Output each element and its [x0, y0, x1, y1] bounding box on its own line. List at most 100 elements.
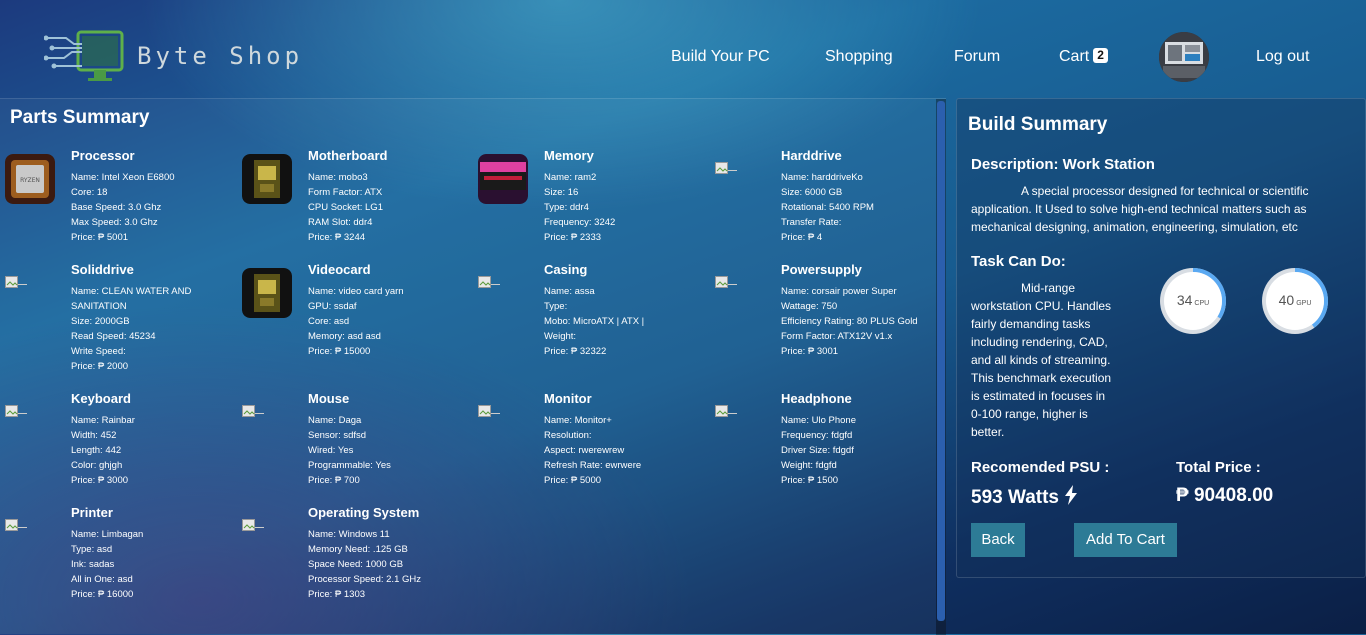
spec-line: GPU: ssdaf: [308, 301, 357, 312]
build-summary-panel: Build Summary Description: Work Station …: [956, 98, 1366, 578]
spec-line: Form Factor: ATX: [308, 187, 383, 198]
spec-line: Size: 6000 GB: [781, 187, 843, 198]
spec-line: Ink: sadas: [71, 559, 115, 570]
part-printer-title: Printer: [71, 505, 113, 520]
spec-line: Name: Rainbar: [71, 415, 135, 426]
broken-image-icon: [242, 519, 264, 531]
parts-summary-panel: Parts Summary RYZEN Processor Name: Inte…: [0, 98, 946, 635]
spec-line: Processor Speed: 2.1 GHz: [308, 574, 421, 585]
spec-line: Name: Daga: [308, 415, 362, 426]
spec-line: Base Speed: 3.0 Ghz: [71, 202, 162, 213]
spec-line: Color: ghjgh: [71, 460, 123, 471]
part-motherboard-specs: Name: mobo3 Form Factor: ATX CPU Socket:…: [308, 170, 476, 245]
avatar-image: [1159, 32, 1209, 82]
spec-line: Frequency: 3242: [544, 217, 616, 228]
broken-image-icon: [715, 276, 737, 288]
add-to-cart-button[interactable]: Add To Cart: [1074, 523, 1177, 557]
gpu-score-value: 40: [1278, 292, 1295, 308]
broken-image-icon: [478, 276, 500, 288]
nav-cart-label: Cart: [1059, 48, 1090, 65]
spec-line: Sensor: sdfsd: [308, 430, 367, 441]
description-heading: Description: Work Station: [971, 156, 1155, 173]
parts-scrollbar-thumb[interactable]: [937, 101, 945, 621]
spec-line: Length: 442: [71, 445, 122, 456]
spec-line: Price: ₱ 3000: [71, 475, 129, 486]
spec-line: Name: corsair power Super: [781, 286, 897, 297]
spec-line: Resolution:: [544, 430, 592, 441]
part-motherboard-title: Motherboard: [308, 148, 388, 163]
broken-image-icon: [242, 405, 264, 417]
spec-line: Refresh Rate: ewrwere: [544, 460, 642, 471]
part-casing-specs: Name: assa Type: Mobo: MicroATX | ATX | …: [544, 284, 712, 359]
psu-value: 593 Watts: [971, 485, 1078, 509]
nav-logout[interactable]: Log out: [1256, 48, 1309, 66]
part-soliddrive-specs: Name: CLEAN WATER AND SANITATION Size: 2…: [71, 284, 239, 374]
cpu-score-unit: CPU: [1194, 300, 1210, 307]
brand-logo[interactable]: Byte Shop: [44, 28, 304, 86]
spec-line: Weight: fdgfd: [781, 460, 837, 471]
cpu-score-value: 34: [1176, 292, 1193, 308]
spec-line: Width: 452: [71, 430, 117, 441]
broken-image-icon: [5, 405, 27, 417]
spec-line: Name: CLEAN WATER AND SANITATION: [71, 286, 192, 312]
spec-line: Price: ₱ 16000: [71, 589, 134, 600]
spec-line: Driver Size: fdgdf: [781, 445, 854, 456]
build-summary-title: Build Summary: [968, 114, 1108, 135]
total-price-value: ₱ 90408.00: [1176, 485, 1274, 506]
spec-line: Type:: [544, 301, 568, 312]
part-processor-specs: Name: Intel Xeon E6800 Core: 18 Base Spe…: [71, 170, 239, 245]
nav-cart[interactable]: Cart 2: [1059, 48, 1108, 66]
spec-line: Price: ₱ 15000: [308, 346, 371, 357]
nav-shopping[interactable]: Shopping: [825, 48, 893, 66]
spec-line: Price: ₱ 4: [781, 232, 823, 243]
gpu-score-gauge: 40 GPU: [1260, 266, 1330, 336]
part-videocard-title: Videocard: [308, 262, 371, 277]
broken-image-icon: [5, 519, 27, 531]
spec-line: Mobo: MicroATX | ATX |: [544, 316, 645, 327]
spec-line: Type: ddr4: [544, 202, 589, 213]
part-mouse-specs: Name: Daga Sensor: sdfsd Wired: Yes Prog…: [308, 413, 476, 488]
spec-line: Name: Intel Xeon E6800: [71, 172, 175, 183]
spec-line: Price: ₱ 5000: [544, 475, 602, 486]
spec-line: Programmable: Yes: [308, 460, 391, 471]
svg-text:RYZEN: RYZEN: [20, 177, 40, 184]
spec-line: RAM Slot: ddr4: [308, 217, 373, 228]
broken-image-icon: [478, 405, 500, 417]
user-avatar[interactable]: [1159, 32, 1209, 82]
spec-line: Price: ₱ 3244: [308, 232, 366, 243]
spec-line: Name: video card yarn: [308, 286, 404, 297]
nav-forum[interactable]: Forum: [954, 48, 1000, 66]
cpu-score-label: 34 CPU: [1158, 292, 1228, 310]
spec-line: Name: harddriveKo: [781, 172, 863, 183]
spec-line: Price: ₱ 2333: [544, 232, 602, 243]
spec-line: All in One: asd: [71, 574, 133, 585]
spec-line: Price: ₱ 1303: [308, 589, 366, 600]
spec-line: Price: ₱ 32322: [544, 346, 607, 357]
spec-line: Wired: Yes: [308, 445, 354, 456]
spec-line: Name: Windows 11: [308, 529, 390, 540]
spec-line: Price: ₱ 3001: [781, 346, 839, 357]
spec-line: Space Need: 1000 GB: [308, 559, 404, 570]
part-keyboard-title: Keyboard: [71, 391, 131, 406]
nav-build-your-pc[interactable]: Build Your PC: [671, 48, 770, 66]
broken-image-icon: [5, 276, 27, 288]
part-printer-specs: Name: Limbagan Type: asd Ink: sadas All …: [71, 527, 239, 602]
cart-count-badge: 2: [1093, 48, 1108, 63]
spec-line: Type: asd: [71, 544, 113, 555]
spec-line: Size: 16: [544, 187, 579, 198]
gpu-score-unit: GPU: [1296, 300, 1312, 307]
task-heading: Task Can Do:: [971, 253, 1066, 270]
spec-line: Price: ₱ 700: [308, 475, 360, 486]
videocard-image: [242, 268, 292, 318]
cpu-score-gauge: 34 CPU: [1158, 266, 1228, 336]
processor-image: RYZEN: [5, 154, 55, 204]
spec-line: Rotational: 5400 RPM: [781, 202, 874, 213]
spec-line: Core: 18: [71, 187, 108, 198]
back-button[interactable]: Back: [971, 523, 1025, 557]
task-text: Mid-range workstation CPU. Handles fairl…: [971, 281, 1112, 439]
part-mouse-title: Mouse: [308, 391, 350, 406]
spec-line: Frequency: fdgfd: [781, 430, 853, 441]
part-memory-title: Memory: [544, 148, 594, 163]
description-text: A special processor designed for technic…: [971, 184, 1309, 234]
spec-line: CPU Socket: LG1: [308, 202, 383, 213]
